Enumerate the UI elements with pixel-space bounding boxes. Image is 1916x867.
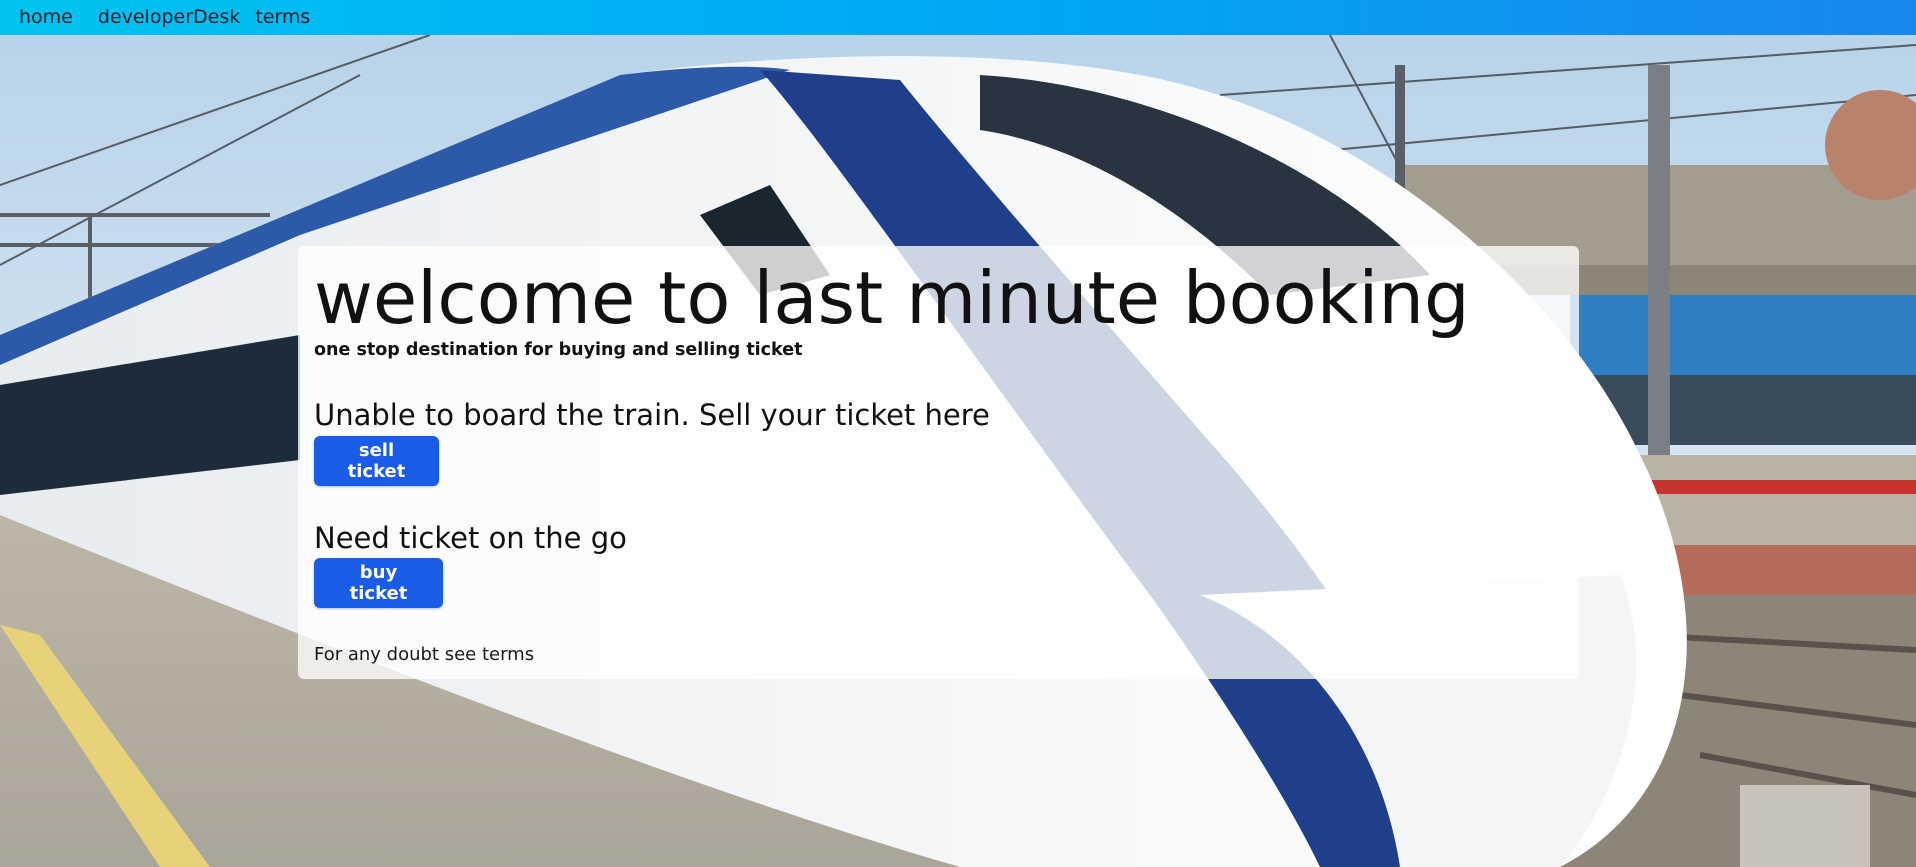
top-nav-bar: home developerDesk terms <box>0 0 1916 35</box>
sell-prompt-text: Unable to board the train. Sell your tic… <box>314 398 990 432</box>
nav-link-terms[interactable]: terms <box>255 0 310 35</box>
terms-footnote: For any doubt see terms <box>314 644 535 665</box>
welcome-card: welcome to last minute booking one stop … <box>298 246 1579 679</box>
buy-prompt-text: Need ticket on the go <box>314 521 627 555</box>
nav-link-home[interactable]: home <box>19 0 73 35</box>
page-title: welcome to last minute booking <box>314 256 1470 340</box>
buy-ticket-button[interactable]: buy ticket <box>314 558 443 608</box>
sell-ticket-button[interactable]: sell ticket <box>314 436 439 486</box>
page-subtitle: one stop destination for buying and sell… <box>314 340 803 360</box>
nav-link-developer-desk[interactable]: developerDesk <box>98 0 240 35</box>
